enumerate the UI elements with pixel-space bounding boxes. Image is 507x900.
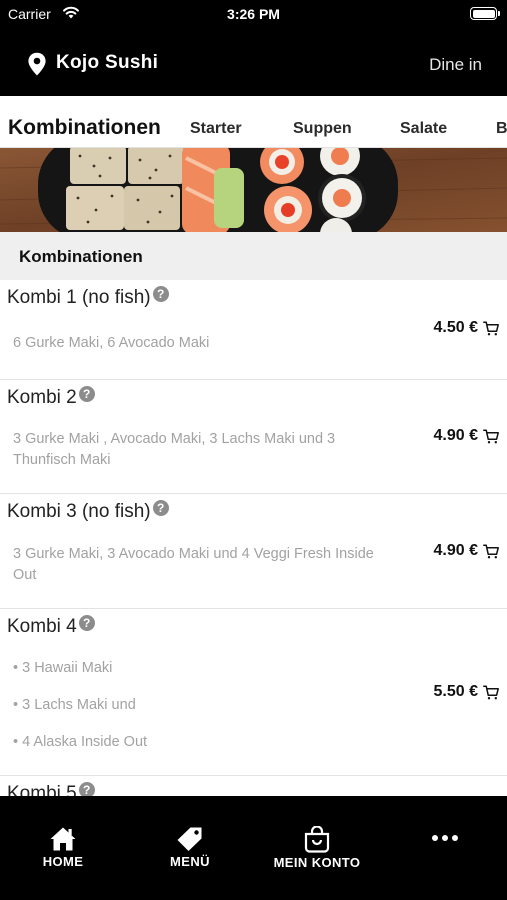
category-tabs: Kombinationen Starter Suppen Salate B xyxy=(0,96,507,148)
bottom-navigation: HOME MENÜ MEIN KONTO xyxy=(0,796,507,900)
order-mode-button[interactable]: Dine in xyxy=(429,55,482,75)
item-name-row: Kombi 4? xyxy=(7,615,95,638)
item-price: 4.90 € xyxy=(433,427,478,444)
tab-kombinationen[interactable]: Kombinationen xyxy=(8,116,161,140)
question-circle-icon[interactable]: ? xyxy=(78,615,95,631)
menu-item[interactable]: Kombi 2? 3 Gurke Maki , Avocado Maki, 3 … xyxy=(0,380,507,494)
question-circle-icon[interactable]: ? xyxy=(152,286,169,302)
cart-icon[interactable] xyxy=(483,321,499,336)
store-name[interactable]: Kojo Sushi xyxy=(56,52,158,74)
item-name-row: Kombi 3 (no fish)? xyxy=(7,500,169,523)
item-description-line: • 3 Lachs Maki und xyxy=(13,697,136,713)
tab-salate[interactable]: Salate xyxy=(400,120,447,138)
item-price: 5.50 € xyxy=(433,683,478,700)
nav-home[interactable]: HOME xyxy=(33,826,93,869)
item-name: Kombi 1 (no fish) xyxy=(7,287,151,308)
nav-menu-label: MENÜ xyxy=(170,854,210,869)
menu-item[interactable]: Kombi 1 (no fish)? 6 Gurke Maki, 6 Avoca… xyxy=(0,280,507,380)
tab-suppen[interactable]: Suppen xyxy=(293,120,352,138)
cart-icon[interactable] xyxy=(483,544,499,559)
menu-item[interactable]: Kombi 3 (no fish)? 3 Gurke Maki, 3 Avoca… xyxy=(0,494,507,609)
battery-icon xyxy=(470,7,500,20)
menu-item[interactable]: Kombi 4? • 3 Hawaii Maki • 3 Lachs Maki … xyxy=(0,609,507,776)
clock: 3:26 PM xyxy=(227,6,280,22)
item-name: Kombi 3 (no fish) xyxy=(7,501,151,522)
section-title: Kombinationen xyxy=(19,247,143,266)
tab-next-partial[interactable]: B xyxy=(496,120,507,138)
item-description-line: • 4 Alaska Inside Out xyxy=(13,734,148,750)
price-tag-icon xyxy=(177,827,202,851)
item-price: 4.50 € xyxy=(433,319,478,336)
question-circle-icon[interactable]: ? xyxy=(152,500,169,516)
question-circle-icon[interactable]: ? xyxy=(78,386,95,402)
nav-home-label: HOME xyxy=(42,854,84,869)
cart-icon[interactable] xyxy=(483,429,499,444)
nav-account-label: MEIN KONTO xyxy=(273,855,361,870)
item-name: Kombi 4 xyxy=(7,616,77,637)
item-name-row: Kombi 2? xyxy=(7,386,95,409)
status-bar: Carrier 3:26 PM xyxy=(0,0,507,30)
cart-icon[interactable] xyxy=(483,685,499,700)
item-description-line: • 3 Hawaii Maki xyxy=(13,660,113,676)
item-description: 6 Gurke Maki, 6 Avocado Maki xyxy=(13,335,210,351)
item-name-row: Kombi 1 (no fish)? xyxy=(7,286,169,309)
sushi-banner-image xyxy=(0,148,507,232)
home-icon xyxy=(50,827,76,851)
nav-account[interactable]: MEIN KONTO xyxy=(262,826,372,870)
app-header: Kojo Sushi Dine in xyxy=(0,30,507,96)
item-price: 4.90 € xyxy=(433,542,478,559)
item-description: 3 Gurke Maki , Avocado Maki, 3 Lachs Mak… xyxy=(13,431,336,468)
item-description: 3 Gurke Maki, 3 Avocado Maki und 4 Veggi… xyxy=(13,546,374,583)
nav-more[interactable] xyxy=(420,834,470,842)
nav-menu[interactable]: MENÜ xyxy=(160,826,220,869)
section-header: Kombinationen xyxy=(0,232,507,280)
tab-starter[interactable]: Starter xyxy=(190,120,242,138)
more-dots-icon xyxy=(432,835,458,841)
map-pin-icon[interactable] xyxy=(27,52,47,76)
shopping-bag-icon xyxy=(304,826,330,853)
item-name: Kombi 2 xyxy=(7,387,77,408)
